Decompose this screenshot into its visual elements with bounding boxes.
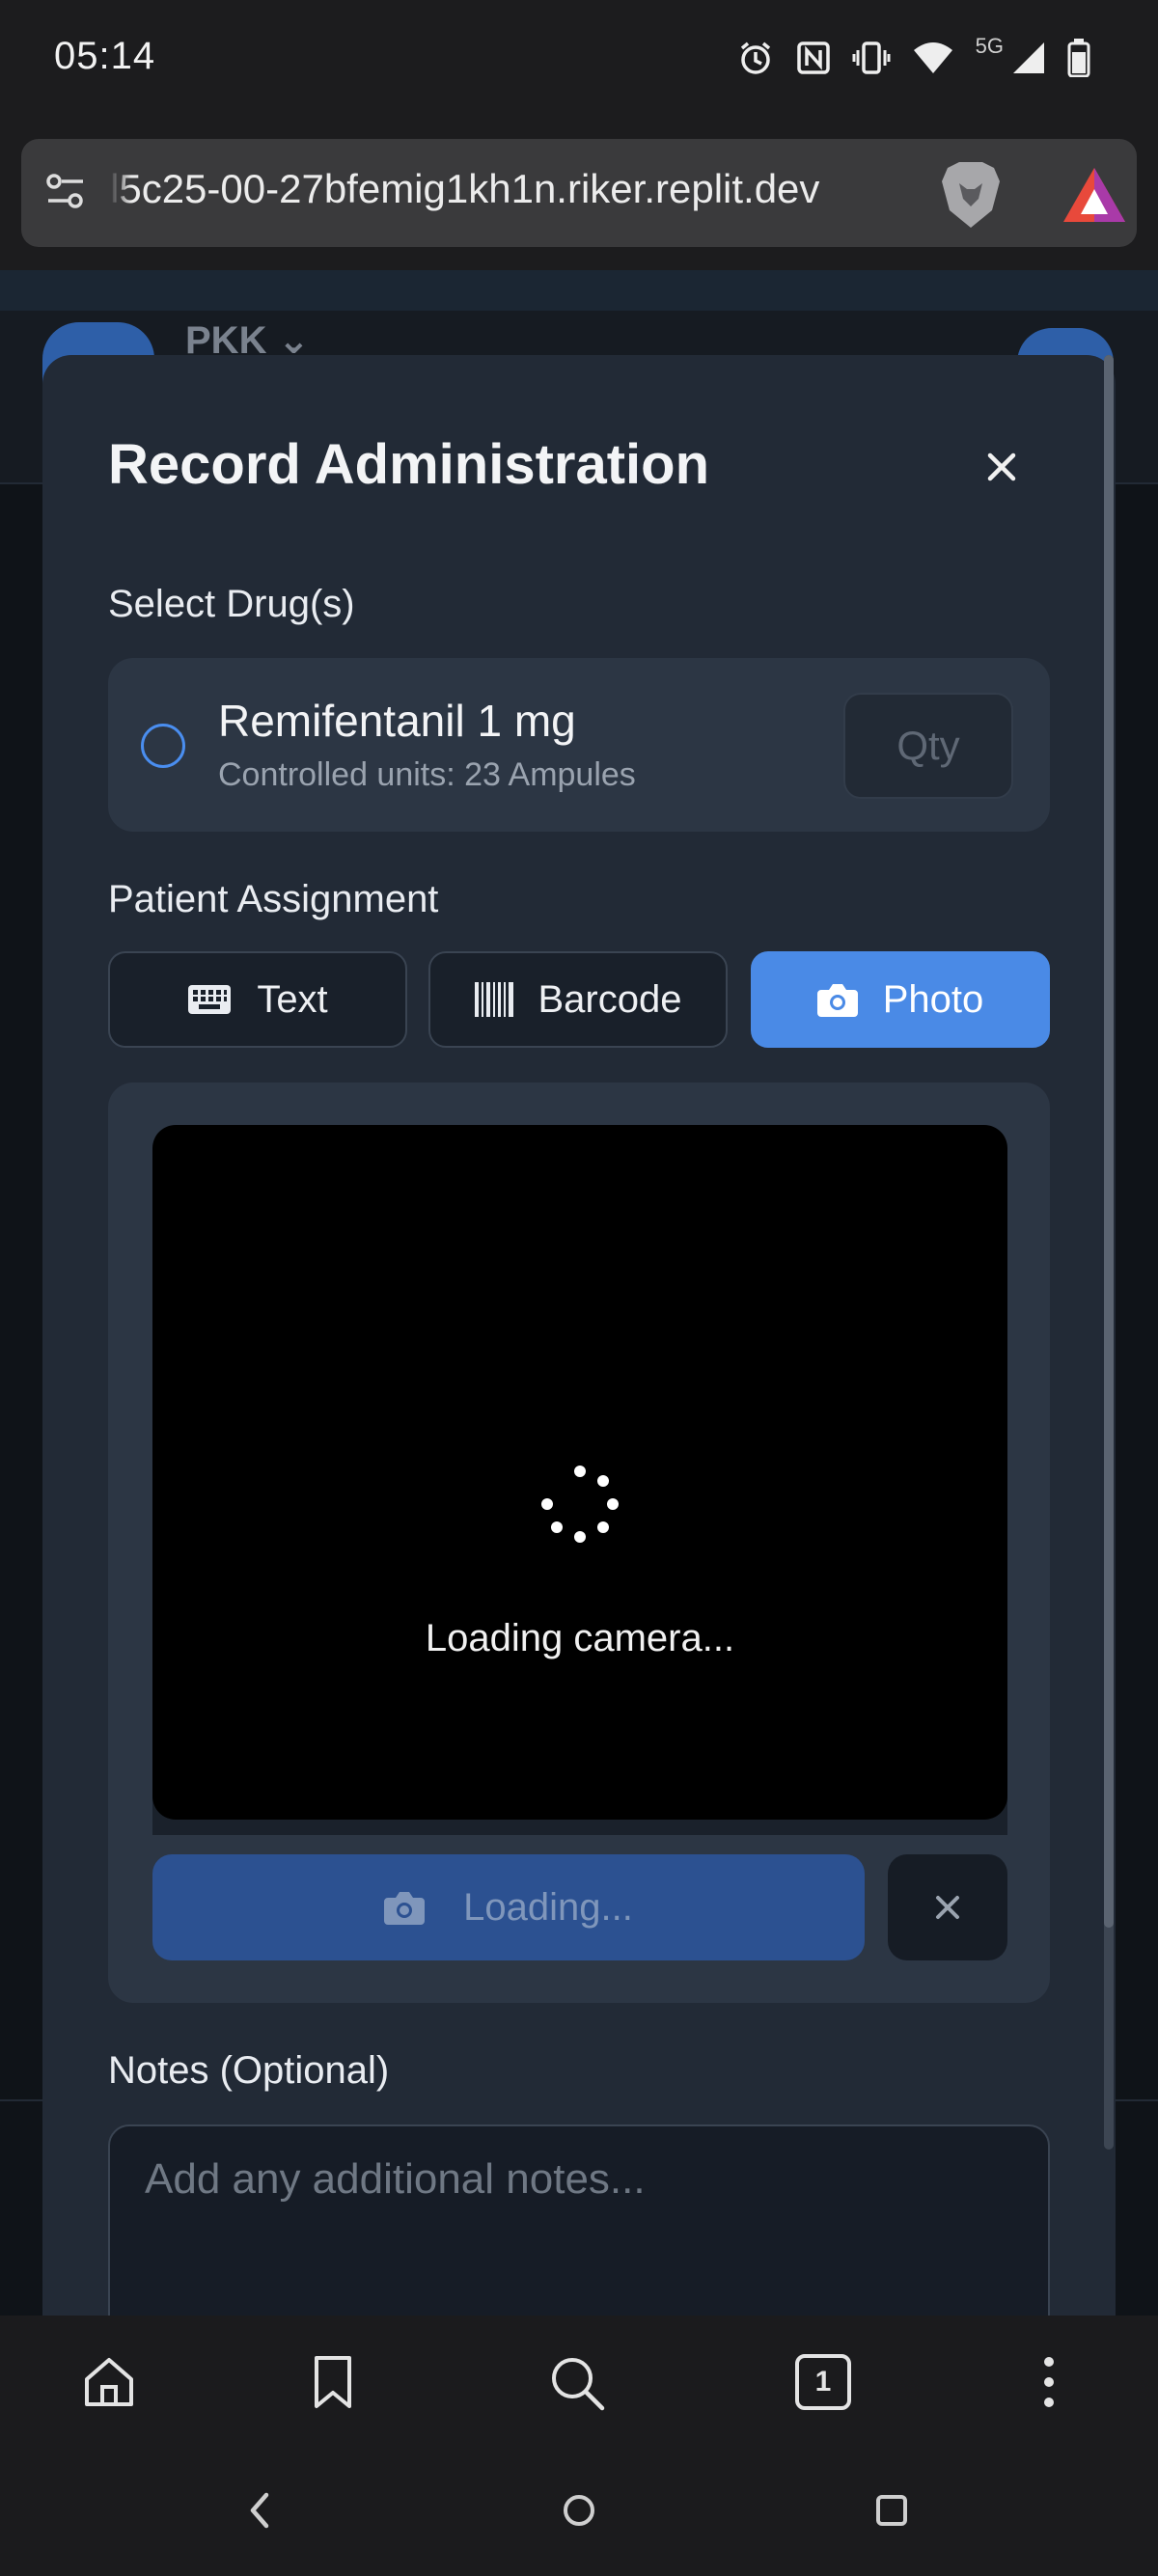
network-type: 5G: [975, 34, 1004, 58]
home-nav-icon[interactable]: [560, 2491, 598, 2530]
status-icons: 5G: [736, 33, 1090, 83]
close-icon: [936, 1896, 959, 1919]
drug-option[interactable]: Remifentanil 1 mg Controlled units: 23 A…: [108, 658, 1050, 832]
drug-name: Remifentanil 1 mg: [218, 696, 576, 746]
select-drugs-label: Select Drug(s): [108, 583, 355, 625]
camera-panel: Loading camera... Loading...: [108, 1082, 1050, 2003]
mode-barcode-label: Barcode: [538, 977, 682, 1021]
site-settings-icon[interactable]: [42, 168, 89, 214]
notes-placeholder: Add any additional notes...: [145, 2155, 646, 2203]
back-icon[interactable]: [245, 2491, 274, 2530]
mode-photo-button[interactable]: Photo: [751, 951, 1050, 1048]
more-menu-icon[interactable]: [1034, 2354, 1063, 2410]
nfc-icon: [796, 41, 830, 74]
mode-text-button[interactable]: Text: [108, 951, 407, 1048]
vibrate-icon: [852, 41, 891, 74]
search-icon[interactable]: [548, 2354, 606, 2412]
modal-scrollbar-thumb[interactable]: [1104, 355, 1114, 1928]
brave-rewards-icon[interactable]: [1062, 166, 1127, 224]
mode-photo-label: Photo: [882, 977, 984, 1021]
recents-icon[interactable]: [874, 2493, 909, 2528]
mode-barcode-button[interactable]: Barcode: [428, 951, 728, 1048]
capture-photo-button[interactable]: Loading...: [152, 1854, 865, 1960]
camera-icon: [384, 1892, 426, 1925]
camera-viewport: Loading camera...: [152, 1125, 1007, 1820]
status-time: 05:14: [54, 35, 156, 77]
browser-bottom-bar: 1: [0, 2316, 1158, 2447]
tab-count: 1: [814, 2366, 832, 2398]
camera-status: Loading camera...: [425, 1617, 735, 1659]
tabs-button[interactable]: 1: [795, 2354, 851, 2410]
patient-assignment-label: Patient Assignment: [108, 878, 439, 920]
brave-shield-icon[interactable]: [938, 160, 1004, 230]
drug-units: Controlled units: 23 Ampules: [218, 756, 636, 793]
cancel-camera-button[interactable]: [888, 1854, 1007, 1960]
alarm-icon: [740, 41, 770, 74]
system-navigation-bar: [0, 2447, 1158, 2576]
close-icon: [987, 452, 1016, 481]
signal-icon: [1013, 42, 1044, 73]
browser-toolbar: l5c25-00-27bfemig1kh1n.riker.replit.dev: [0, 116, 1158, 270]
close-modal-button[interactable]: [977, 442, 1027, 492]
notes-label: Notes (Optional): [108, 2049, 390, 2092]
barcode-icon: [474, 982, 513, 1017]
drug-radio[interactable]: [141, 724, 185, 768]
address-bar[interactable]: l5c25-00-27bfemig1kh1n.riker.replit.dev: [21, 139, 1137, 247]
keyboard-icon: [188, 985, 232, 1014]
home-icon[interactable]: [81, 2354, 137, 2410]
capture-label: Loading...: [463, 1885, 633, 1929]
status-bar: 05:14 5G: [0, 0, 1158, 116]
bookmark-icon[interactable]: [311, 2354, 355, 2410]
modal-title: Record Administration: [108, 433, 710, 496]
url-text[interactable]: l5c25-00-27bfemig1kh1n.riker.replit.dev: [110, 166, 921, 212]
qty-input[interactable]: Qty: [843, 693, 1013, 799]
camera-icon: [816, 984, 858, 1017]
loading-spinner-icon: [541, 1466, 619, 1543]
mode-text-label: Text: [257, 977, 328, 1021]
battery-icon: [1067, 39, 1090, 77]
page-header-strip: [0, 270, 1158, 311]
wifi-icon: [913, 42, 952, 73]
